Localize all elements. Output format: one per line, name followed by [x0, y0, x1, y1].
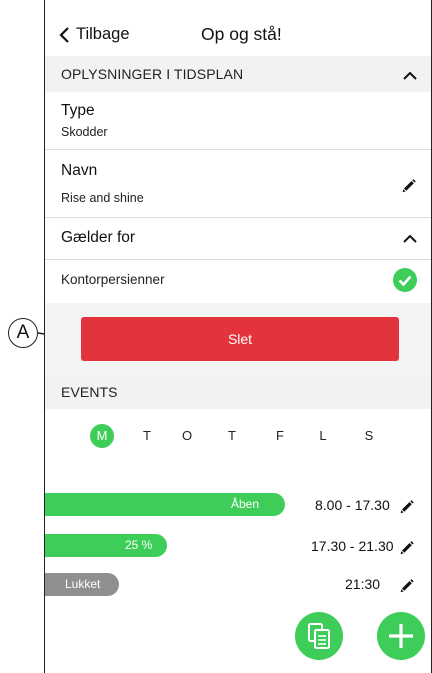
day-tuesday[interactable]: T [135, 424, 159, 448]
add-event-button[interactable] [377, 612, 425, 660]
pencil-icon[interactable] [399, 498, 415, 514]
type-label: Type [61, 102, 95, 119]
type-value: Skodder [61, 125, 108, 139]
applies-item-row[interactable]: Kontorpersienner [45, 260, 431, 303]
name-label: Navn [61, 162, 98, 179]
event-time: 17.30 - 21.30 [311, 538, 394, 554]
day-saturday[interactable]: L [311, 424, 335, 448]
day-thursday[interactable]: T [220, 424, 244, 448]
page-title: Op og stå! [201, 24, 282, 44]
day-monday[interactable]: M [90, 424, 114, 448]
pencil-icon[interactable] [401, 177, 417, 193]
section-schedule-info[interactable]: OPLYSNINGER I TIDSPLAN [45, 56, 431, 92]
event-time: 21:30 [345, 576, 381, 592]
delete-button[interactable]: Slet [81, 317, 399, 361]
day-wednesday[interactable]: O [175, 424, 199, 448]
day-sunday[interactable]: S [357, 424, 381, 448]
plus-icon [389, 624, 413, 648]
applies-for-row[interactable]: Gælder for [45, 218, 431, 260]
weekday-selector: M T O T F L S [45, 424, 431, 450]
section-events: EVENTS [45, 375, 431, 409]
chevron-up-icon[interactable] [403, 70, 417, 80]
section-label: OPLYSNINGER I TIDSPLAN [61, 66, 244, 82]
type-row: Type Skodder [45, 92, 431, 150]
day-friday[interactable]: F [268, 424, 292, 448]
name-value: Rise and shine [61, 191, 144, 205]
applies-for-label: Gælder for [61, 229, 136, 246]
pencil-icon[interactable] [399, 539, 415, 555]
chevron-left-icon [59, 26, 69, 43]
event-bar-open[interactable]: Åben [45, 493, 285, 516]
applies-item-label: Kontorpersienner [61, 272, 165, 287]
event-bar-closed[interactable]: Lukket [45, 573, 119, 596]
chevron-up-icon[interactable] [403, 233, 417, 243]
top-bar: Tilbage Op og stå! [45, 20, 431, 50]
copy-button[interactable] [295, 612, 343, 660]
check-icon[interactable] [393, 268, 417, 292]
pencil-icon[interactable] [399, 577, 415, 593]
event-bar-partial[interactable]: 25 % [45, 534, 167, 557]
section-label: EVENTS [61, 384, 118, 400]
phone-screen: Tilbage Op og stå! OPLYSNINGER I TIDSPLA… [44, 0, 432, 673]
name-row[interactable]: Navn Rise and shine [45, 150, 431, 218]
back-button[interactable]: Tilbage [59, 25, 130, 44]
delete-area: Slet [45, 303, 431, 375]
copy-icon [308, 623, 330, 649]
event-time: 8.00 - 17.30 [315, 497, 390, 513]
back-label: Tilbage [76, 25, 130, 43]
